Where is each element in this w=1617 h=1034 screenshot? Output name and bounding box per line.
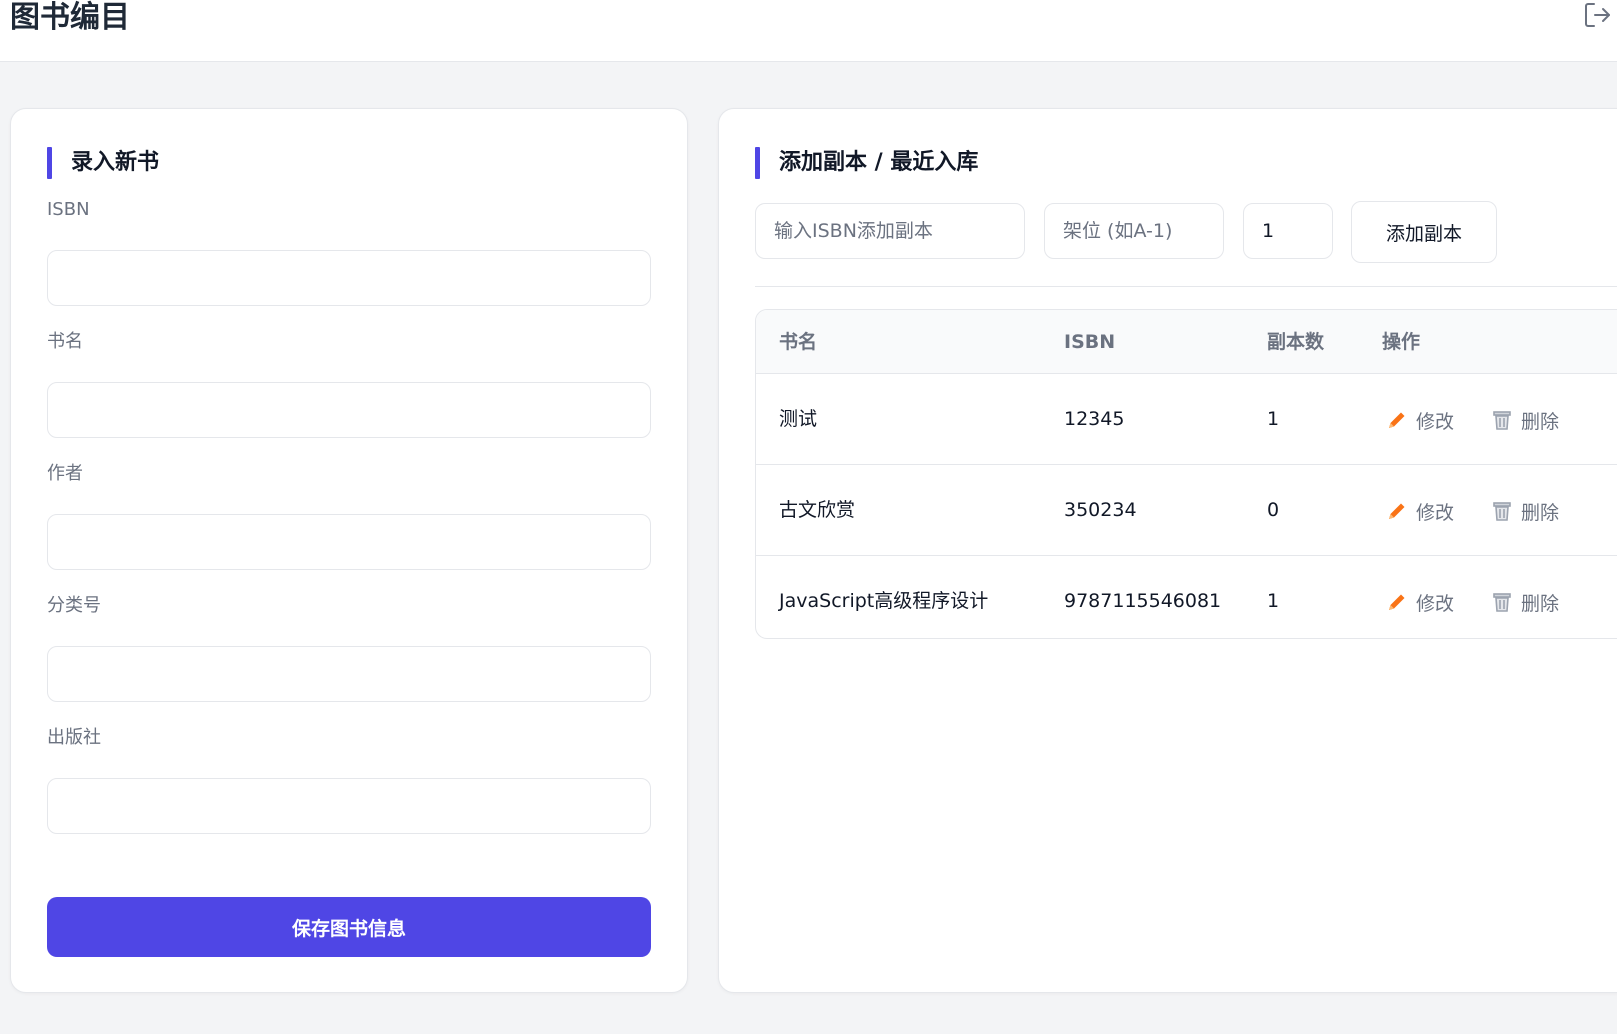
delete-label: 删除 [1521,410,1560,433]
add-copy-button[interactable]: 添加副本 [1351,201,1497,263]
publisher-input[interactable] [47,778,651,834]
book-copies-cell: 1 [1267,408,1280,430]
trash-icon [1493,502,1511,521]
save-book-button[interactable]: 保存图书信息 [47,897,651,957]
top-bar: 图书编目 [0,0,1617,62]
copies-title: 添加副本 / 最近入库 [755,147,978,179]
edit-button[interactable]: 修改 [1386,588,1454,616]
table-row: 测试 12345 1 修改 删除 [756,374,1617,465]
trash-icon [1493,593,1511,612]
edit-button[interactable]: 修改 [1386,497,1454,525]
book-isbn-cell: 9787115546081 [1064,590,1222,612]
divider [755,286,1617,287]
book-copies-cell: 0 [1267,499,1280,521]
column-header-actions: 操作 [1382,331,1421,353]
book-title-cell: 古文欣赏 [779,499,856,521]
edit-label: 修改 [1416,501,1455,524]
recent-books-table: 书名 ISBN 副本数 操作 测试 12345 1 修改 删除 古文欣赏 350… [755,309,1617,639]
delete-button[interactable]: 删除 [1491,406,1559,434]
table-row: 古文欣赏 350234 0 修改 删除 [756,465,1617,556]
isbn-input[interactable] [47,250,651,306]
isbn-label: ISBN [47,199,90,220]
delete-button[interactable]: 删除 [1491,497,1559,525]
copy-count-input[interactable] [1243,203,1333,259]
author-input[interactable] [47,514,651,570]
delete-button[interactable]: 删除 [1491,588,1559,616]
logout-icon[interactable] [1582,0,1612,30]
pencil-icon [1389,594,1405,610]
book-title-cell: 测试 [779,408,818,430]
new-book-card: 录入新书 ISBN 书名 作者 分类号 出版社 保存图书信息 [10,108,688,993]
copy-isbn-input[interactable] [755,203,1025,259]
delete-label: 删除 [1521,592,1560,615]
pencil-icon [1389,503,1405,519]
trash-icon [1493,411,1511,430]
column-header-title: 书名 [779,331,818,353]
delete-label: 删除 [1521,501,1560,524]
book-title-cell: JavaScript高级程序设计 [779,590,989,612]
shelf-input[interactable] [1044,203,1224,259]
column-header-copies: 副本数 [1267,331,1325,353]
book-isbn-cell: 12345 [1064,408,1125,430]
title-input[interactable] [47,382,651,438]
publisher-label: 出版社 [47,727,101,748]
new-book-title: 录入新书 [47,147,159,179]
book-copies-cell: 1 [1267,590,1280,612]
edit-button[interactable]: 修改 [1386,406,1454,434]
copies-card: 添加副本 / 最近入库 添加副本 书名 ISBN 副本数 操作 测试 12345… [718,108,1617,993]
pencil-icon [1389,412,1405,428]
classification-input[interactable] [47,646,651,702]
classification-label: 分类号 [47,595,101,616]
table-row: JavaScript高级程序设计 9787115546081 1 修改 删除 [756,556,1617,638]
edit-label: 修改 [1416,410,1455,433]
author-label: 作者 [47,463,83,484]
edit-label: 修改 [1416,592,1455,615]
title-label: 书名 [47,331,83,352]
table-header: 书名 ISBN 副本数 操作 [756,310,1617,374]
app-title: 图书编目 [10,0,130,35]
book-isbn-cell: 350234 [1064,499,1137,521]
column-header-isbn: ISBN [1064,331,1116,353]
